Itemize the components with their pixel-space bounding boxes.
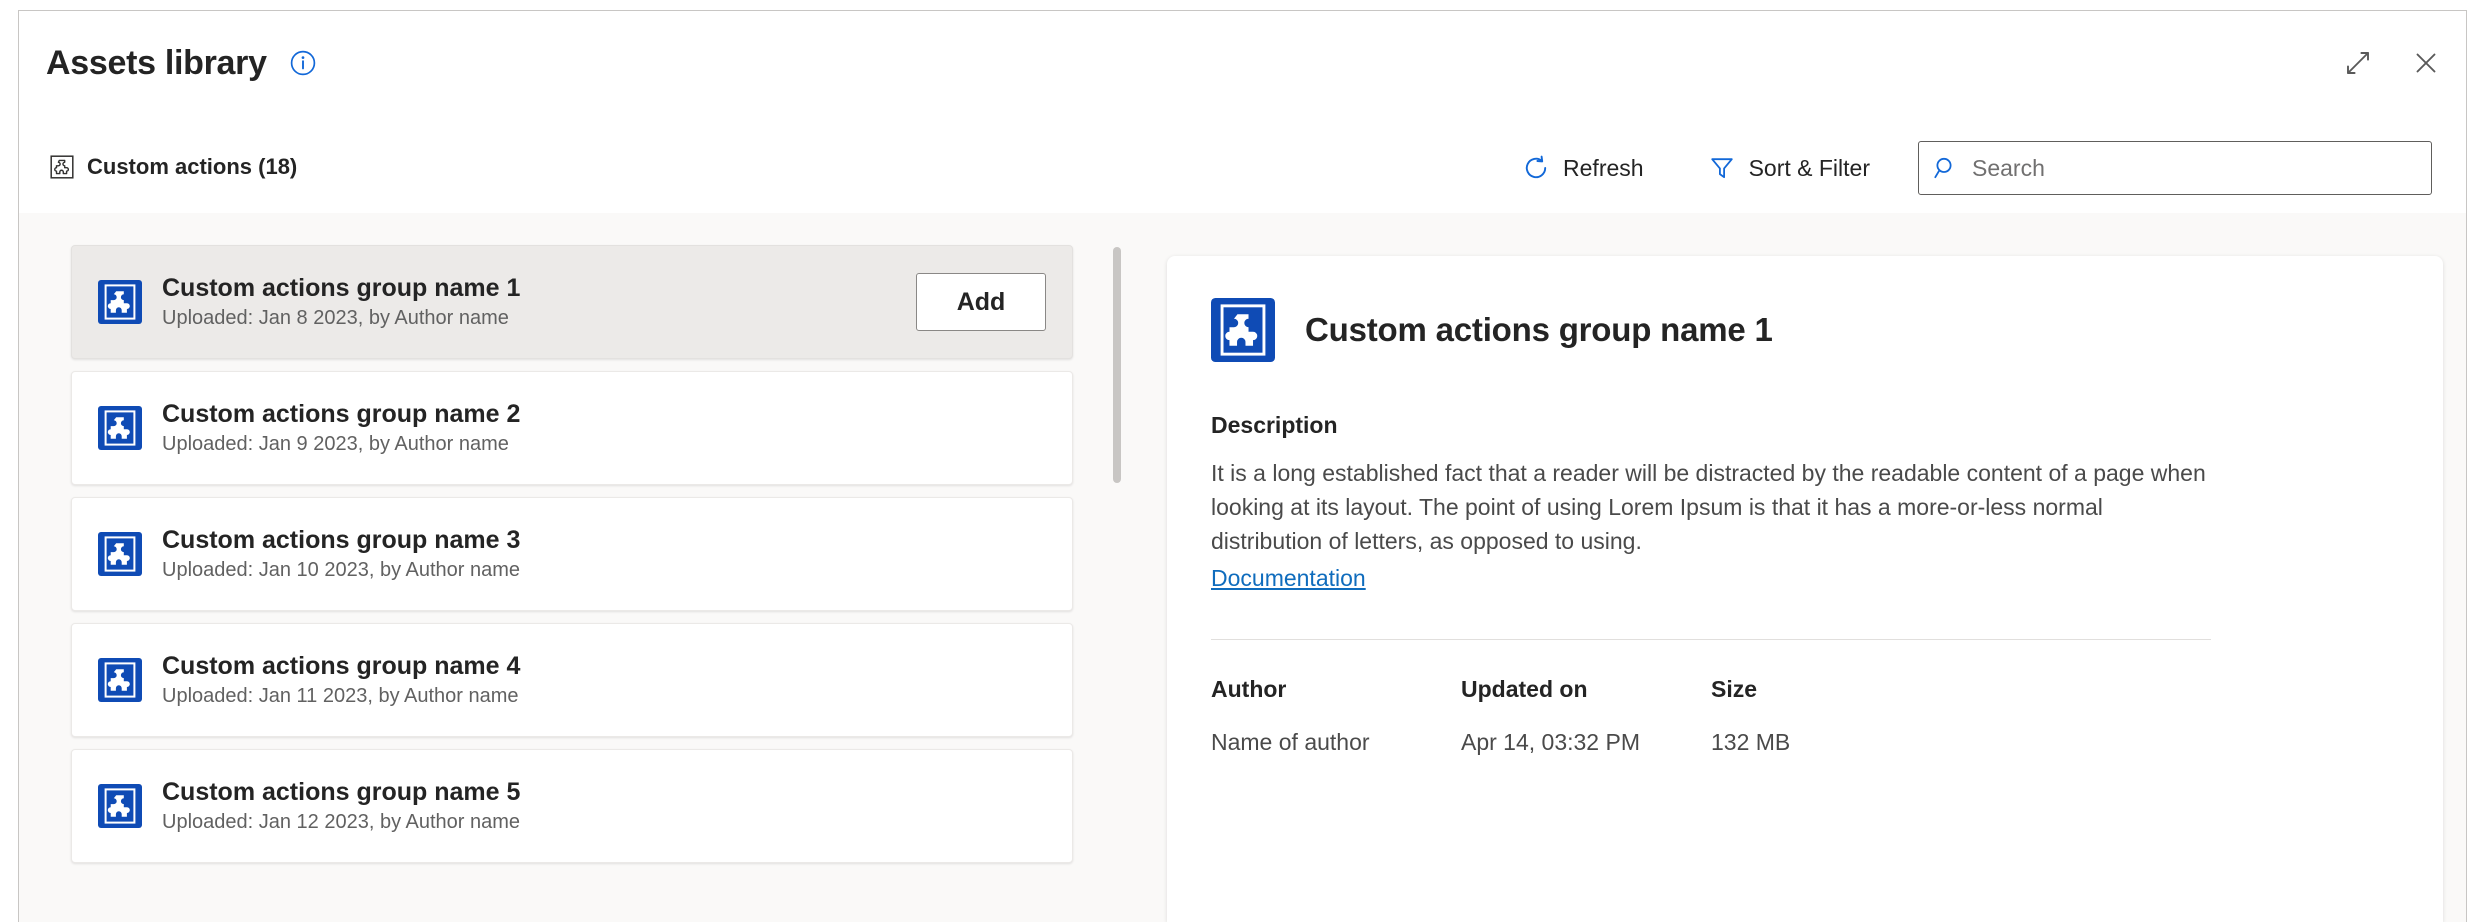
detail-divider <box>1211 639 2211 640</box>
expand-diagonal-icon[interactable] <box>2336 41 2380 85</box>
asset-detail-pane: Custom actions group name 1 Description … <box>1167 256 2443 922</box>
puzzle-asset-icon <box>98 406 142 450</box>
puzzle-asset-icon <box>98 658 142 702</box>
toolbar-actions: Refresh Sort & Filter <box>1504 141 2432 195</box>
section-header: Custom actions (18) <box>49 154 297 180</box>
list-item[interactable]: Custom actions group name 4Uploaded: Jan… <box>71 623 1073 737</box>
metadata-value: 132 MB <box>1711 729 1961 756</box>
puzzle-asset-icon <box>1211 298 1275 362</box>
dialog-header: Assets library <box>19 11 2466 213</box>
metadata-value: Name of author <box>1211 729 1461 756</box>
list-item-title: Custom actions group name 3 <box>162 525 1046 555</box>
puzzle-asset-icon <box>98 784 142 828</box>
list-item-text: Custom actions group name 2Uploaded: Jan… <box>162 399 1046 457</box>
assets-list-pane: Custom actions group name 1Uploaded: Jan… <box>19 213 1129 922</box>
assets-library-dialog: Assets library <box>18 10 2467 922</box>
detail-header: Custom actions group name 1 <box>1211 298 2399 362</box>
list-item-text: Custom actions group name 3Uploaded: Jan… <box>162 525 1046 583</box>
metadata-key: Updated on <box>1461 676 1711 703</box>
description-header: Description <box>1211 412 2399 439</box>
list-item-subtitle: Uploaded: Jan 10 2023, by Author name <box>162 557 1046 583</box>
list-item-subtitle: Uploaded: Jan 11 2023, by Author name <box>162 683 1046 709</box>
puzzle-piece-icon <box>49 154 75 180</box>
title-row: Assets library <box>46 43 317 83</box>
list-item-text: Custom actions group name 5Uploaded: Jan… <box>162 777 1046 835</box>
list-item-subtitle: Uploaded: Jan 12 2023, by Author name <box>162 809 1046 835</box>
sort-filter-button[interactable]: Sort & Filter <box>1690 141 1888 195</box>
list-item[interactable]: Custom actions group name 2Uploaded: Jan… <box>71 371 1073 485</box>
list-item-text: Custom actions group name 4Uploaded: Jan… <box>162 651 1046 709</box>
list-scrollbar[interactable] <box>1112 247 1122 910</box>
refresh-label: Refresh <box>1563 155 1644 182</box>
list-item-title: Custom actions group name 2 <box>162 399 1046 429</box>
metadata-key: Author <box>1211 676 1461 703</box>
search-icon <box>1933 155 1959 181</box>
list-item-subtitle: Uploaded: Jan 8 2023, by Author name <box>162 305 916 331</box>
list-item-subtitle: Uploaded: Jan 9 2023, by Author name <box>162 431 1046 457</box>
detail-title: Custom actions group name 1 <box>1305 311 1773 349</box>
toolbar: Custom actions (18) Refresh <box>19 135 2466 213</box>
list-item-title: Custom actions group name 1 <box>162 273 916 303</box>
add-button[interactable]: Add <box>916 273 1046 331</box>
puzzle-asset-icon <box>98 532 142 576</box>
search-input[interactable] <box>1972 142 2417 194</box>
section-header-label: Custom actions (18) <box>87 154 297 180</box>
refresh-button[interactable]: Refresh <box>1504 141 1662 195</box>
page-title: Assets library <box>46 43 267 83</box>
funnel-icon <box>1708 154 1736 182</box>
description-body: It is a long established fact that a rea… <box>1211 456 2211 558</box>
list-item-text: Custom actions group name 1Uploaded: Jan… <box>162 273 916 331</box>
dialog-body: Custom actions group name 1Uploaded: Jan… <box>19 213 2466 922</box>
list-item[interactable]: Custom actions group name 3Uploaded: Jan… <box>71 497 1073 611</box>
sort-filter-label: Sort & Filter <box>1749 155 1870 182</box>
list-scrollbar-thumb[interactable] <box>1113 247 1121 483</box>
puzzle-asset-icon <box>98 280 142 324</box>
close-icon[interactable] <box>2404 41 2448 85</box>
refresh-icon <box>1522 154 1550 182</box>
list-item[interactable]: Custom actions group name 1Uploaded: Jan… <box>71 245 1073 359</box>
metadata-value: Apr 14, 03:32 PM <box>1461 729 1711 756</box>
metadata-key: Size <box>1711 676 1961 703</box>
info-circle-icon[interactable] <box>289 49 317 77</box>
list-item-title: Custom actions group name 5 <box>162 777 1046 807</box>
list-item[interactable]: Custom actions group name 5Uploaded: Jan… <box>71 749 1073 863</box>
assets-list: Custom actions group name 1Uploaded: Jan… <box>19 213 1129 922</box>
documentation-link[interactable]: Documentation <box>1211 561 1366 595</box>
list-item-title: Custom actions group name 4 <box>162 651 1046 681</box>
window-controls <box>2336 41 2448 85</box>
detail-metadata: AuthorUpdated onSize Name of authorApr 14… <box>1211 676 2399 756</box>
search-box[interactable] <box>1918 141 2432 195</box>
